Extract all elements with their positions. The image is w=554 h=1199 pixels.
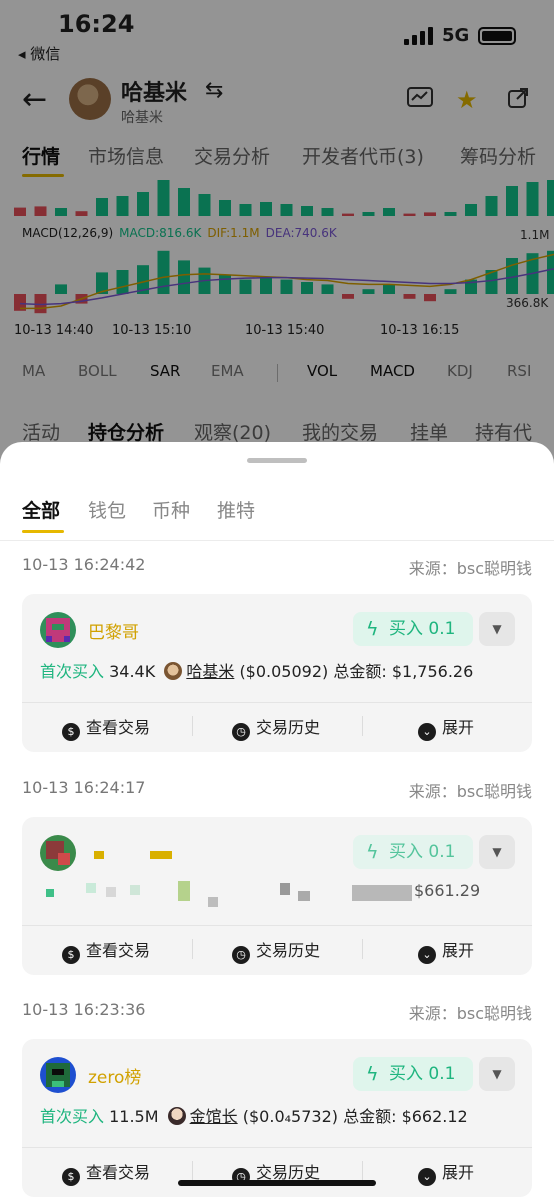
clock-icon: ◷	[232, 946, 250, 964]
sheet-filter-tabs: 全部 钱包 币种 推特	[0, 496, 554, 532]
expand-button[interactable]: ⌄ 展开	[418, 1159, 475, 1186]
censored-block	[94, 851, 104, 859]
home-indicator	[178, 1180, 376, 1186]
censored-block	[178, 881, 190, 901]
trade-card: 巴黎哥 ϟ 买入 0.1 ▼ 首次买入 34.4K 哈基米 ($0.05092) …	[22, 594, 532, 752]
trade-history-label: 交易历史	[256, 941, 321, 960]
first-buy-label: 首次买入	[40, 1107, 105, 1126]
view-trade-button[interactable]: $ 查看交易	[62, 1159, 151, 1186]
divider	[0, 540, 554, 541]
trade-history-button[interactable]: ◷ 交易历史	[232, 714, 321, 741]
view-trade-button[interactable]: $ 查看交易	[62, 714, 151, 741]
divider	[192, 716, 193, 736]
censored-block	[352, 885, 412, 901]
expand-label: 展开	[442, 718, 475, 737]
divider	[22, 702, 532, 703]
dollar-icon: $	[62, 946, 80, 964]
trade-history-button[interactable]: ◷ 交易历史	[232, 937, 321, 964]
clock-icon: ◷	[232, 723, 250, 741]
wallet-avatar	[40, 612, 76, 648]
coin-icon	[164, 662, 183, 680]
dollar-icon: $	[62, 723, 80, 741]
entry-source: 来源：bsc聪明钱	[408, 1004, 532, 1023]
dollar-icon: $	[62, 1168, 80, 1186]
chevron-down-icon[interactable]: ▼	[479, 612, 515, 646]
entry-time: 10-13 16:24:42	[22, 555, 146, 574]
wallet-avatar	[40, 835, 76, 871]
censored-block	[106, 887, 116, 897]
filter-tab-wallet[interactable]: 钱包	[88, 496, 126, 523]
wallet-avatar	[40, 1057, 76, 1093]
wallet-name[interactable]: 巴黎哥	[88, 618, 139, 643]
buy-badge-label: 买入 0.1	[389, 619, 456, 639]
bolt-icon: ϟ	[366, 618, 379, 640]
trade-card: ϟ 买入 0.1 ▼ $661.29 $ 查看交易 ◷ 交易历史 ⌄ 展开	[22, 817, 532, 975]
divider	[192, 1161, 193, 1181]
filter-tab-coin[interactable]: 币种	[152, 496, 190, 523]
bolt-icon: ϟ	[366, 1063, 379, 1085]
sheet-drag-handle[interactable]	[247, 458, 307, 463]
first-buy-label: 首次买入	[40, 662, 105, 681]
filter-tab-twitter[interactable]: 推特	[217, 496, 255, 523]
divider	[22, 1147, 532, 1148]
total-amount: $661.29	[414, 881, 481, 900]
view-trade-label: 查看交易	[86, 1163, 151, 1182]
censored-block	[280, 883, 290, 895]
censored-block	[150, 851, 172, 859]
censored-block	[208, 897, 218, 907]
view-trade-label: 查看交易	[86, 718, 151, 737]
filter-tab-all[interactable]: 全部	[22, 496, 60, 523]
entry-time: 10-13 16:23:36	[22, 1000, 146, 1019]
buy-amount: 11.5M	[109, 1107, 159, 1126]
total-amount: 总金额: $662.12	[343, 1107, 468, 1126]
divider	[362, 1161, 363, 1181]
divider	[22, 925, 532, 926]
entry-source: 来源：bsc聪明钱	[408, 782, 532, 801]
buy-badge-label: 买入 0.1	[389, 842, 456, 862]
expand-label: 展开	[442, 941, 475, 960]
buy-badge[interactable]: ϟ 买入 0.1	[353, 835, 473, 869]
smart-money-sheet: 全部 钱包 币种 推特 10-13 16:24:42 来源：bsc聪明钱 巴黎哥…	[0, 442, 554, 1199]
entry-time: 10-13 16:24:17	[22, 778, 146, 797]
wallet-name[interactable]: zero榜	[88, 1063, 141, 1088]
censored-block	[86, 883, 96, 893]
censored-block	[46, 889, 54, 897]
buy-badge[interactable]: ϟ 买入 0.1	[353, 1057, 473, 1091]
trade-history-label: 交易历史	[256, 718, 321, 737]
view-trade-label: 查看交易	[86, 941, 151, 960]
divider	[362, 716, 363, 736]
coin-price: ($0.0₄5732)	[242, 1107, 338, 1126]
filter-tab-underline	[22, 530, 64, 533]
bolt-icon: ϟ	[366, 841, 379, 863]
chevron-circle-icon: ⌄	[418, 946, 436, 964]
total-amount: 总金额: $1,756.26	[333, 662, 474, 681]
expand-button[interactable]: ⌄ 展开	[418, 937, 475, 964]
chevron-down-icon[interactable]: ▼	[479, 835, 515, 869]
buy-amount: 34.4K	[109, 662, 156, 681]
chevron-circle-icon: ⌄	[418, 1168, 436, 1186]
expand-label: 展开	[442, 1163, 475, 1182]
expand-button[interactable]: ⌄ 展开	[418, 714, 475, 741]
buy-badge-label: 买入 0.1	[389, 1064, 456, 1084]
coin-icon	[167, 1107, 186, 1125]
coin-link[interactable]: 哈基米	[186, 662, 234, 681]
trade-detail: 首次买入 34.4K 哈基米 ($0.05092) 总金额: $1,756.26	[40, 658, 473, 682]
trade-card: zero榜 ϟ 买入 0.1 ▼ 首次买入 11.5M 金馆长 ($0.0₄573…	[22, 1039, 532, 1197]
entry-source: 来源：bsc聪明钱	[408, 559, 532, 578]
divider	[192, 939, 193, 959]
divider	[362, 939, 363, 959]
chevron-circle-icon: ⌄	[418, 723, 436, 741]
coin-price: ($0.05092)	[239, 662, 329, 681]
buy-badge[interactable]: ϟ 买入 0.1	[353, 612, 473, 646]
censored-block	[298, 891, 310, 901]
coin-link[interactable]: 金馆长	[190, 1107, 238, 1126]
view-trade-button[interactable]: $ 查看交易	[62, 937, 151, 964]
censored-block	[130, 885, 140, 895]
chevron-down-icon[interactable]: ▼	[479, 1057, 515, 1091]
trade-detail: 首次买入 11.5M 金馆长 ($0.0₄5732) 总金额: $662.12	[40, 1103, 468, 1127]
